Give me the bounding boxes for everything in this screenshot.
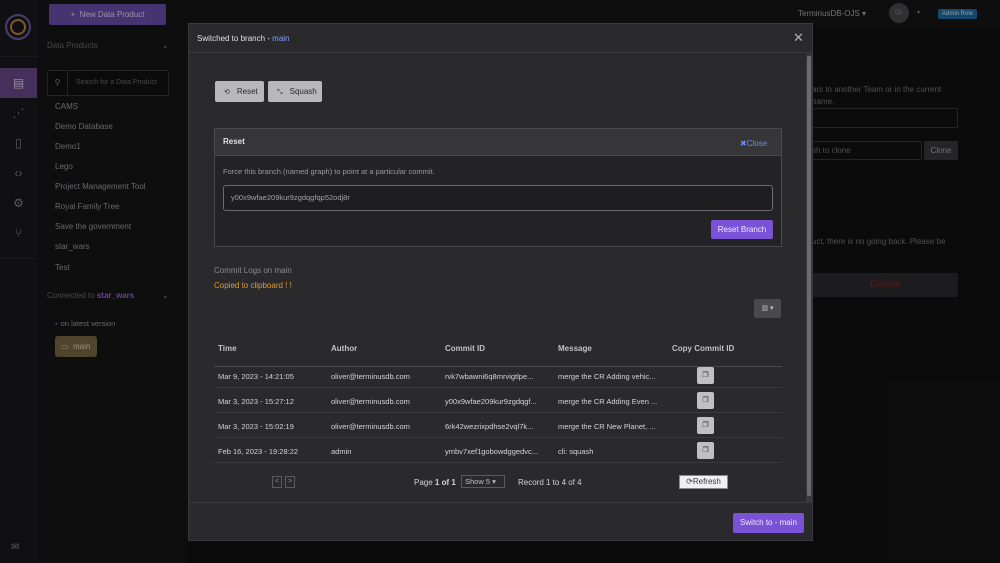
table-row[interactable]: Mar 3, 2023 - 15:27:12 oliver@terminusdb… xyxy=(214,388,782,413)
row-message: merge the CR Adding Even ... xyxy=(558,397,658,406)
col-author[interactable]: Author xyxy=(331,344,357,353)
reset-panel: Reset ✖Close Force this branch (named gr… xyxy=(214,128,782,247)
row-commit-id: y00x9wfae209kur9zgdqgf... xyxy=(445,397,537,406)
page-label: Page xyxy=(414,478,433,487)
modal-footer: Switch to - main xyxy=(189,502,812,540)
prev-page-button[interactable]: < xyxy=(272,476,282,488)
row-message: merge the CR Adding vehic... xyxy=(558,372,656,381)
squash-button[interactable]: ⤡ Squash xyxy=(268,81,322,102)
page-size-select[interactable]: Show 5 ▾ xyxy=(461,475,505,488)
row-commit-id: rvk7wbawni6q8mrvigtlpe... xyxy=(445,372,534,381)
modal-title-prefix: Switched to branch - xyxy=(197,34,273,43)
scrollbar-thumb[interactable] xyxy=(807,56,811,496)
row-author: oliver@terminusdb.com xyxy=(331,422,410,431)
squash-icon: ⤡ xyxy=(277,89,283,96)
squash-label: Squash xyxy=(289,87,317,96)
copy-icon[interactable]: ❐ xyxy=(697,392,714,409)
reset-panel-close[interactable]: ✖Close xyxy=(740,139,767,148)
table-row[interactable]: Feb 16, 2023 - 19:28:22 admin ymbv7xef1g… xyxy=(214,438,782,463)
column-toggle-button[interactable]: ▥ ▾ xyxy=(754,299,781,318)
modal-title-branch: main xyxy=(272,34,290,43)
row-author: oliver@terminusdb.com xyxy=(331,372,410,381)
row-time: Mar 3, 2023 - 15:02:19 xyxy=(218,422,294,431)
modal-scrollbar[interactable] xyxy=(806,54,812,502)
row-time: Mar 9, 2023 - 14:21:05 xyxy=(218,372,294,381)
next-page-button[interactable]: > xyxy=(285,476,295,488)
reset-icon: ⟲ xyxy=(224,89,230,96)
close-label: Close xyxy=(746,139,768,148)
refresh-button[interactable]: ⟳Refresh xyxy=(679,475,728,489)
branch-modal: Switched to branch - main ✕ ⟲ Reset ⤡ Squa… xyxy=(188,23,813,541)
page-info: Page 1 of 1 xyxy=(414,478,456,487)
row-message: cli: squash xyxy=(558,447,594,456)
row-author: oliver@terminusdb.com xyxy=(331,397,410,406)
row-time: Feb 16, 2023 - 19:28:22 xyxy=(218,447,299,456)
reset-button[interactable]: ⟲ Reset xyxy=(215,81,264,102)
col-commit-id[interactable]: Commit ID xyxy=(445,344,485,353)
col-time[interactable]: Time xyxy=(218,344,237,353)
copied-message: Copied to clipboard ! ! xyxy=(214,281,292,290)
page-current: 1 of 1 xyxy=(434,478,456,487)
col-message[interactable]: Message xyxy=(558,344,592,353)
refresh-label: Refresh xyxy=(692,477,721,486)
record-info: Record 1 to 4 of 4 xyxy=(518,478,582,487)
copy-icon[interactable]: ❐ xyxy=(697,417,714,434)
page-size-value: Show 5 xyxy=(465,477,491,486)
commit-id-input[interactable]: y00x9wfae209kur9zgdqgfqp52odj8r xyxy=(223,185,773,211)
commit-logs-label: Commit Logs on main xyxy=(214,266,292,275)
modal-header: Switched to branch - main ✕ xyxy=(189,24,812,53)
row-time: Mar 3, 2023 - 15:27:12 xyxy=(218,397,294,406)
reset-panel-title: Reset xyxy=(223,137,245,146)
pagination: < > Page 1 of 1 Show 5 ▾ Record 1 to 4 o… xyxy=(214,474,782,494)
reset-panel-header: Reset ✖Close xyxy=(215,129,781,156)
modal-title: Switched to branch - main xyxy=(197,34,290,43)
row-commit-id: ymbv7xef1gobowdggedvc... xyxy=(445,447,538,456)
table-row[interactable]: Mar 3, 2023 - 15:02:19 oliver@terminusdb… xyxy=(214,413,782,438)
reset-label: Reset xyxy=(236,87,258,96)
row-commit-id: 6rk42wezrixpdhse2vql7k... xyxy=(445,422,534,431)
copy-icon[interactable]: ❐ xyxy=(697,367,714,384)
copy-icon[interactable]: ❐ xyxy=(697,442,714,459)
row-message: merge the CR New Planet, ... xyxy=(558,422,656,431)
close-icon[interactable]: ✕ xyxy=(793,31,804,44)
table-row[interactable]: Mar 9, 2023 - 14:21:05 oliver@terminusdb… xyxy=(214,363,782,388)
reset-branch-button[interactable]: Reset Branch xyxy=(711,220,773,239)
switch-branch-button[interactable]: Switch to - main xyxy=(733,513,804,533)
reset-description: Force this branch (named graph) to point… xyxy=(223,167,435,176)
col-copy-commit-id[interactable]: Copy Commit ID xyxy=(672,344,734,353)
row-author: admin xyxy=(331,447,352,456)
